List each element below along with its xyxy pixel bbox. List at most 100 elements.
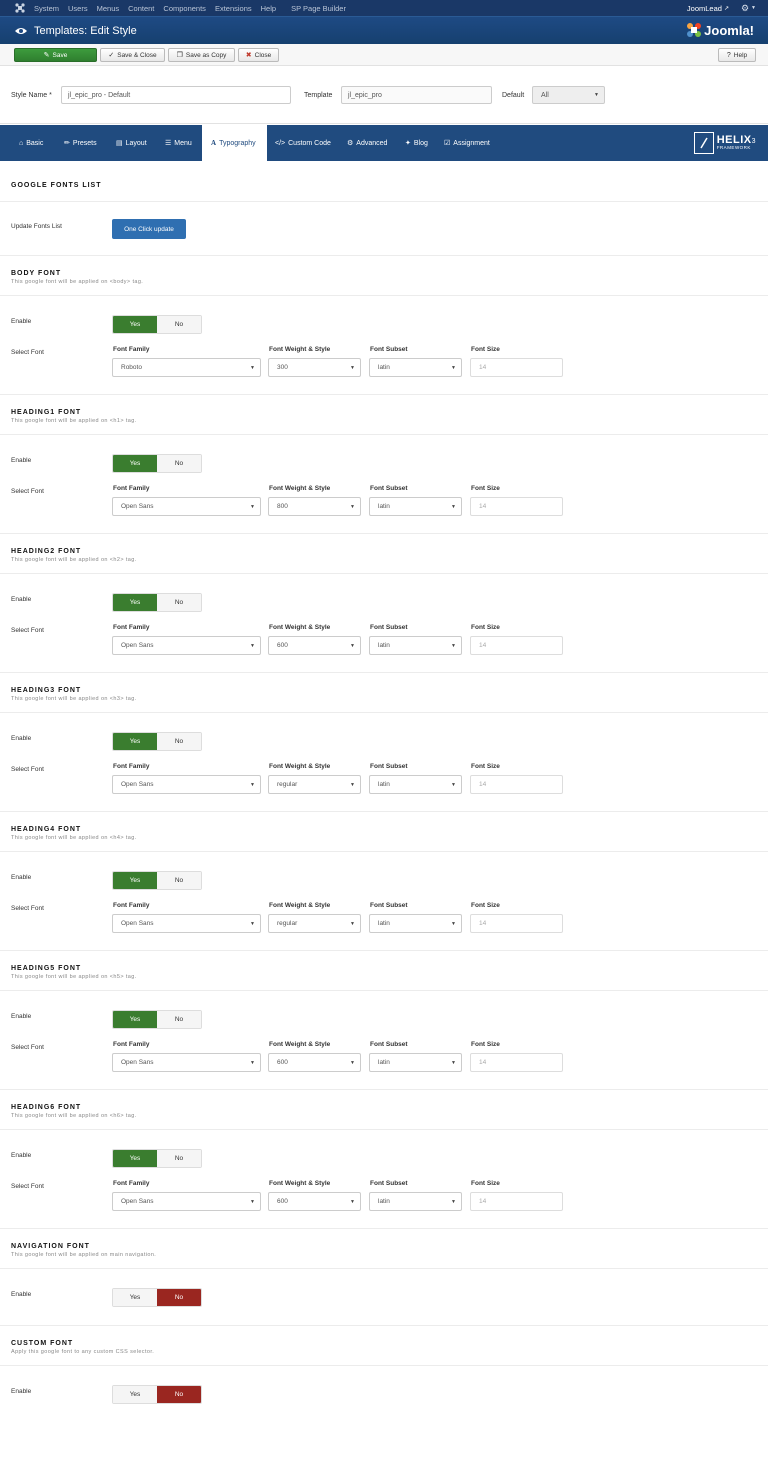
no-option[interactable]: No (157, 872, 201, 889)
style-name-input[interactable]: jl_epic_pro - Default (61, 86, 291, 104)
font-weight-select[interactable]: 600 ▼ (268, 1192, 361, 1211)
no-option[interactable]: No (157, 316, 201, 333)
enable-toggle[interactable]: Yes No (112, 454, 202, 473)
font-family-select[interactable]: Open Sans ▼ (112, 636, 261, 655)
yes-option[interactable]: Yes (113, 316, 157, 333)
enable-label: Enable (11, 1152, 32, 1159)
close-button[interactable]: ✖ Close (238, 48, 279, 62)
no-option[interactable]: No (157, 1011, 201, 1028)
enable-toggle[interactable]: Yes No (112, 732, 202, 751)
no-option[interactable]: No (157, 733, 201, 750)
font-size-input[interactable]: 14 (470, 358, 563, 377)
font-family-select[interactable]: Open Sans ▼ (112, 914, 261, 933)
font-subset-select[interactable]: latin ▼ (369, 358, 462, 377)
yes-option[interactable]: Yes (113, 455, 157, 472)
font-weight-select[interactable]: 800 ▼ (268, 497, 361, 516)
yes-option[interactable]: Yes (113, 1289, 157, 1306)
font-family-select[interactable]: Open Sans ▼ (112, 775, 261, 794)
font-weight-select[interactable]: 600 ▼ (268, 636, 361, 655)
menu-menus[interactable]: Menus (97, 4, 120, 13)
yes-option[interactable]: Yes (113, 1386, 157, 1403)
save-button[interactable]: ✎ Save (14, 48, 97, 62)
font-weight-select[interactable]: 600 ▼ (268, 1053, 361, 1072)
menu-system[interactable]: System (34, 4, 59, 13)
tab-presets[interactable]: ✏ Presets (64, 125, 97, 161)
enable-toggle[interactable]: Yes No (112, 315, 202, 334)
enable-toggle[interactable]: Yes No (112, 1385, 202, 1404)
enable-label: Enable (11, 874, 32, 881)
tab-blog[interactable]: ✦ Blog (405, 125, 428, 161)
tab-menu[interactable]: ☰ Menu (165, 125, 192, 161)
font-family-select[interactable]: Open Sans ▼ (112, 1192, 261, 1211)
tab-typography[interactable]: A Typography (202, 125, 267, 161)
font-weight-select[interactable]: 300 ▼ (268, 358, 361, 377)
font-subset-select[interactable]: latin ▼ (369, 1192, 462, 1211)
font-weight-select[interactable]: regular ▼ (268, 914, 361, 933)
tab-layout[interactable]: ▤ Layout (116, 125, 147, 161)
font-size-input[interactable]: 14 (470, 914, 563, 933)
help-button[interactable]: ? Help (718, 48, 756, 62)
select-font-label: Select Font (11, 488, 44, 495)
select-font-label: Select Font (11, 1183, 44, 1190)
tab-custom-code[interactable]: </> Custom Code (275, 125, 331, 161)
yes-option[interactable]: Yes (113, 733, 157, 750)
menu-users[interactable]: Users (68, 4, 88, 13)
no-option[interactable]: No (157, 1386, 201, 1403)
joomla-icon[interactable] (14, 2, 26, 14)
font-subset-select[interactable]: latin ▼ (369, 1053, 462, 1072)
save-copy-button[interactable]: ❐ Save as Copy (168, 48, 235, 62)
divider (0, 1325, 768, 1326)
font-family-select[interactable]: Open Sans ▼ (112, 497, 261, 516)
divider (0, 533, 768, 534)
section-title: HEADING2 FONT (11, 548, 82, 555)
enable-toggle[interactable]: Yes No (112, 593, 202, 612)
font-family-value: Open Sans (121, 642, 154, 649)
font-subset-select[interactable]: latin ▼ (369, 914, 462, 933)
menu-extensions[interactable]: Extensions (215, 4, 252, 13)
no-option[interactable]: No (157, 1289, 201, 1306)
enable-toggle[interactable]: Yes No (112, 1010, 202, 1029)
tab-assignment[interactable]: ☑ Assignment (444, 125, 490, 161)
menu-sp-page-builder[interactable]: SP Page Builder (291, 4, 346, 13)
no-option[interactable]: No (157, 1150, 201, 1167)
default-select[interactable]: All ▼ (532, 86, 605, 104)
font-subset-select[interactable]: latin ▼ (369, 775, 462, 794)
yes-option[interactable]: Yes (113, 594, 157, 611)
tab-basic[interactable]: ⌂ Basic (19, 125, 43, 161)
font-subset-heading: Font Subset (370, 763, 408, 770)
font-size-input[interactable]: 14 (470, 497, 563, 516)
yes-option[interactable]: Yes (113, 1150, 157, 1167)
site-link[interactable]: JoomLead (687, 4, 722, 13)
menu-components[interactable]: Components (163, 4, 206, 13)
no-option[interactable]: No (157, 455, 201, 472)
chevron-down-icon: ▼ (451, 921, 456, 927)
font-family-select[interactable]: Roboto ▼ (112, 358, 261, 377)
font-family-heading: Font Family (113, 346, 150, 353)
save-close-button[interactable]: ✓ Save & Close (100, 48, 165, 62)
menu-help[interactable]: Help (261, 4, 276, 13)
font-family-heading: Font Family (113, 1180, 150, 1187)
font-size-heading: Font Size (471, 1180, 500, 1187)
tab-advanced[interactable]: ⚙ Advanced (347, 125, 387, 161)
divider (0, 255, 768, 256)
yes-option[interactable]: Yes (113, 1011, 157, 1028)
font-subset-select[interactable]: latin ▼ (369, 636, 462, 655)
enable-toggle[interactable]: Yes No (112, 1149, 202, 1168)
section-title: HEADING5 FONT (11, 965, 82, 972)
font-size-input[interactable]: 14 (470, 636, 563, 655)
font-weight-select[interactable]: regular ▼ (268, 775, 361, 794)
update-fonts-label: Update Fonts List (11, 223, 62, 230)
yes-option[interactable]: Yes (113, 872, 157, 889)
gear-icon[interactable]: ⚙ (741, 3, 749, 14)
font-family-select[interactable]: Open Sans ▼ (112, 1053, 261, 1072)
font-subset-select[interactable]: latin ▼ (369, 497, 462, 516)
font-size-input[interactable]: 14 (470, 1192, 563, 1211)
no-option[interactable]: No (157, 594, 201, 611)
menu-content[interactable]: Content (128, 4, 154, 13)
font-size-input[interactable]: 14 (470, 775, 563, 794)
font-subset-heading: Font Subset (370, 1041, 408, 1048)
enable-toggle[interactable]: Yes No (112, 1288, 202, 1307)
update-fonts-button[interactable]: One Click update (112, 219, 186, 239)
font-size-input[interactable]: 14 (470, 1053, 563, 1072)
enable-toggle[interactable]: Yes No (112, 871, 202, 890)
